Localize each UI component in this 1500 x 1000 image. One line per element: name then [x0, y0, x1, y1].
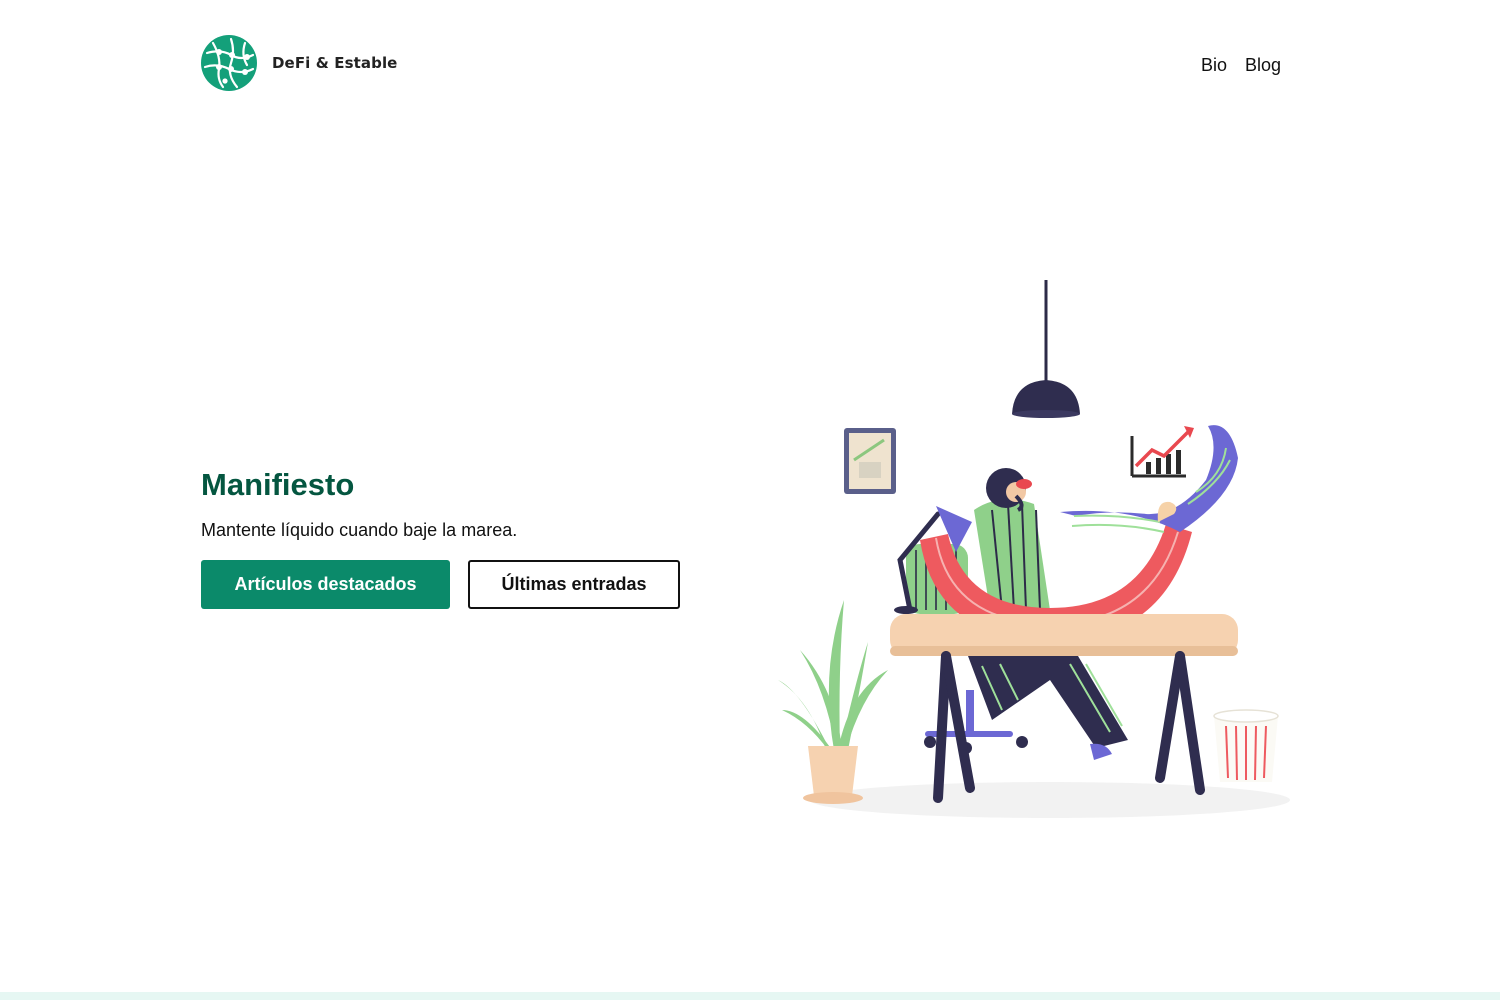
network-globe-icon: [201, 35, 257, 91]
nav-link-bio[interactable]: Bio: [1201, 55, 1227, 76]
main-nav: Bio Blog: [1201, 55, 1281, 76]
hero-section: Manifiesto Mantente líquido cuando baje …: [201, 466, 721, 609]
hero-subtitle: Mantente líquido cuando baje la marea.: [201, 520, 518, 540]
brand-link[interactable]: DeFi & Estable: [201, 35, 397, 91]
featured-articles-button[interactable]: Artículos destacados: [201, 560, 450, 609]
footer-strip: [0, 992, 1500, 1000]
nav-link-blog[interactable]: Blog: [1245, 55, 1281, 76]
site-header: DeFi & Estable Bio Blog: [201, 34, 1281, 92]
person-at-desk-illustration: [778, 280, 1290, 818]
site-name: DeFi & Estable: [272, 54, 398, 72]
page: DeFi & Estable Bio Blog Manifiesto Mante…: [0, 0, 1500, 1000]
latest-posts-button[interactable]: Últimas entradas: [468, 560, 680, 609]
hero-buttons: Artículos destacados Últimas entradas: [201, 560, 721, 609]
hero-title: Manifiesto: [201, 467, 355, 502]
